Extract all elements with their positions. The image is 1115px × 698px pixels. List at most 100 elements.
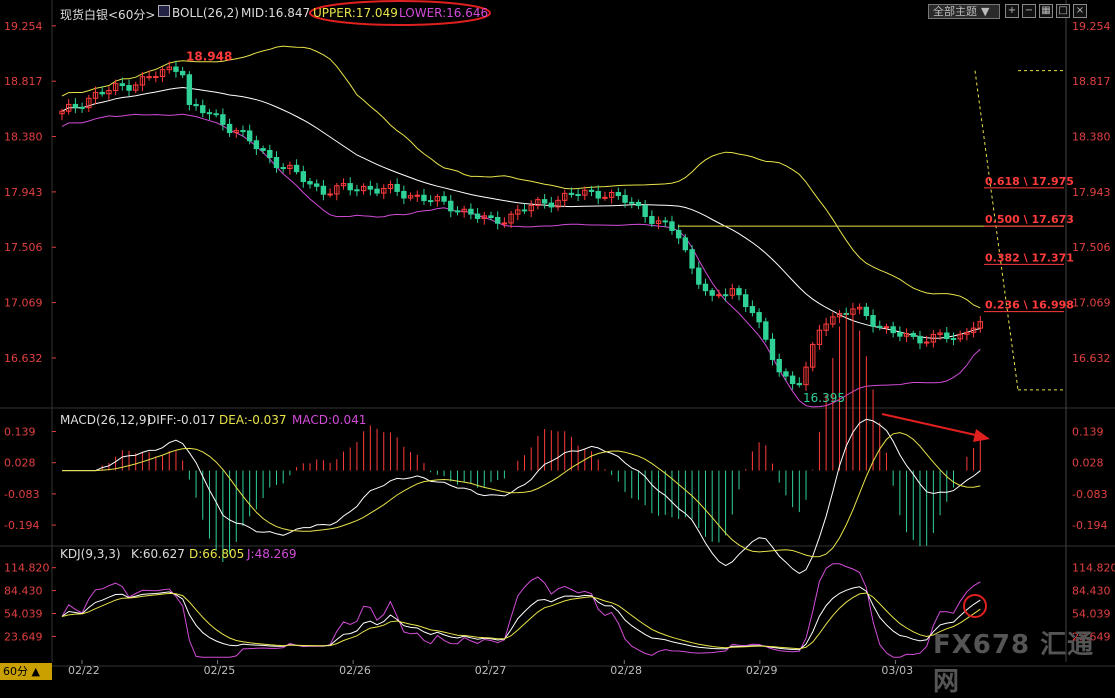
candle-body bbox=[206, 112, 213, 115]
candle-body bbox=[448, 200, 454, 212]
candle-body bbox=[173, 66, 179, 72]
macd-diff-value: DIFF:-0.017 bbox=[147, 413, 216, 427]
date-tick-label: 03/03 bbox=[881, 664, 913, 677]
kdj-left-tick: 23.649 bbox=[4, 630, 43, 643]
theme-select[interactable]: 全部主题 ▼ bbox=[928, 4, 1000, 19]
candle-body bbox=[917, 335, 923, 344]
candle-body bbox=[682, 237, 689, 251]
candle-body bbox=[602, 196, 608, 199]
macd-right-tick: 0.139 bbox=[1072, 426, 1104, 439]
candle-body bbox=[756, 312, 762, 323]
candle-body bbox=[300, 171, 307, 183]
date-tick-label: 02/28 bbox=[610, 664, 642, 677]
candle-body bbox=[72, 103, 79, 108]
candle-body bbox=[749, 306, 756, 314]
close-icon[interactable]: × bbox=[1073, 4, 1087, 18]
candle-body bbox=[742, 294, 749, 308]
candle-body bbox=[240, 130, 246, 133]
candle-body bbox=[897, 332, 903, 337]
trend-arrow-head bbox=[973, 429, 990, 442]
candle-body bbox=[488, 215, 494, 219]
candle-body bbox=[675, 229, 682, 239]
candle-body bbox=[696, 267, 702, 285]
kdj-d-line bbox=[61, 592, 981, 650]
fib-level-label: 0.500 \ 17.673 bbox=[985, 213, 1074, 226]
candle-body bbox=[923, 341, 930, 344]
candle-body bbox=[401, 190, 407, 199]
fib-trendline bbox=[974, 70, 1019, 390]
period-selector[interactable]: 60分 ▲ bbox=[0, 663, 52, 680]
kdj-j-line bbox=[61, 563, 981, 658]
candle-body bbox=[79, 106, 85, 109]
candle-body bbox=[910, 332, 916, 337]
date-tick-label: 02/29 bbox=[746, 664, 778, 677]
macd-left-tick: 0.028 bbox=[4, 457, 36, 470]
symbol-title: 现货白银<60分> bbox=[60, 8, 156, 22]
candle-body bbox=[716, 294, 722, 297]
price-right-tick: 18.817 bbox=[1072, 75, 1111, 88]
candle-body bbox=[722, 294, 729, 297]
macd-right-tick: -0.194 bbox=[1072, 519, 1107, 532]
candle-body bbox=[320, 185, 327, 195]
candle-body bbox=[99, 91, 105, 95]
candle-body bbox=[669, 221, 675, 231]
add-icon[interactable]: + bbox=[1005, 4, 1019, 18]
window-icon[interactable]: □ bbox=[1056, 4, 1070, 18]
candle-body bbox=[474, 213, 481, 219]
boll-lower-value: LOWER:16.646 bbox=[399, 6, 489, 20]
kdj-left-tick: 54.039 bbox=[4, 607, 43, 620]
candle-body bbox=[414, 194, 420, 197]
candle-body bbox=[635, 201, 642, 207]
macd-left-tick: 0.139 bbox=[4, 426, 36, 439]
kdj-d-value: D:66.805 bbox=[189, 547, 245, 561]
price-left-tick: 18.380 bbox=[4, 131, 43, 144]
candle-body bbox=[119, 83, 126, 87]
candle-body bbox=[293, 164, 300, 173]
candle-body bbox=[501, 222, 508, 225]
candle-body bbox=[763, 321, 769, 340]
grid-icon[interactable]: ▦ bbox=[1039, 4, 1053, 18]
candle-body bbox=[327, 193, 333, 196]
candle-body bbox=[877, 325, 883, 328]
minus-icon[interactable]: − bbox=[1022, 4, 1036, 18]
macd-label: MACD(26,12,9) bbox=[60, 413, 152, 427]
candle-body bbox=[629, 201, 635, 204]
boll-upper-line bbox=[61, 45, 981, 309]
candle-body bbox=[649, 215, 655, 224]
candle-body bbox=[662, 220, 668, 223]
candle-body bbox=[367, 185, 374, 190]
price-left-tick: 17.069 bbox=[4, 297, 43, 310]
candle-body bbox=[944, 332, 950, 340]
candle-body bbox=[273, 156, 280, 169]
candle-body bbox=[494, 217, 501, 224]
candle-body bbox=[595, 190, 601, 199]
candle-body bbox=[126, 85, 132, 91]
candle-body bbox=[314, 183, 320, 187]
fib-level-label: 0.618 \ 17.975 bbox=[985, 175, 1074, 188]
kdj-right-tick: 114.820 bbox=[1072, 562, 1115, 575]
macd-left-tick: -0.194 bbox=[4, 519, 39, 532]
candle-body bbox=[454, 210, 461, 213]
chart-canvas[interactable]: 0.618 \ 17.975 0.500 \ 17.673 0.382 \ 17.3… bbox=[0, 0, 1115, 680]
candle-body bbox=[307, 181, 313, 185]
candle-body bbox=[709, 290, 715, 296]
boll-mid-line bbox=[61, 86, 981, 339]
price-left-tick: 18.817 bbox=[4, 75, 43, 88]
candle-body bbox=[421, 194, 427, 202]
candle-body bbox=[220, 114, 226, 125]
candle-body bbox=[260, 148, 266, 151]
fibonacci-layer: 0.618 \ 17.975 0.500 \ 17.673 0.382 \ 17.3… bbox=[678, 70, 1074, 391]
macd-macd-value: MACD:0.041 bbox=[292, 413, 367, 427]
candle-body bbox=[441, 196, 447, 202]
highlight-circle bbox=[963, 594, 987, 618]
candle-body bbox=[186, 74, 193, 105]
candle-body bbox=[642, 205, 648, 217]
boll-label: BOLL(26,2) bbox=[172, 6, 239, 20]
kdj-j-value: J:48.269 bbox=[247, 547, 297, 561]
boll-indicator-icon[interactable] bbox=[158, 5, 170, 17]
kdj-layer bbox=[61, 563, 987, 658]
kdj-left-tick: 84.430 bbox=[4, 585, 43, 598]
chevron-down-icon: ▼ bbox=[981, 5, 990, 18]
candle-body bbox=[796, 383, 803, 386]
watermark-logo: FX678 汇通网 bbox=[933, 630, 1095, 697]
